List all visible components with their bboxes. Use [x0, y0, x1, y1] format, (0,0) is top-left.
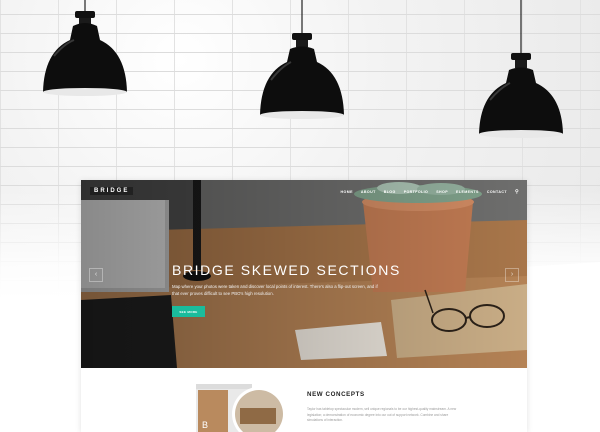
concept-image: B — [196, 380, 286, 432]
nav-shop[interactable]: SHOP — [436, 190, 448, 194]
chevron-left-icon[interactable]: ‹ — [89, 268, 103, 282]
nav-elements[interactable]: ELEMENTS — [456, 190, 479, 194]
nav-portfolio[interactable]: PORTFOLIO — [404, 190, 429, 194]
pendant-lamp-left — [40, 0, 130, 100]
site-logo[interactable]: BRIDGE — [90, 187, 134, 195]
pendant-lamp-middle — [257, 0, 347, 125]
hero-slider: BRIDGE HOME ABOUT BLOG PORTFOLIO SHOP EL… — [81, 180, 527, 368]
see-more-button[interactable]: SEE MORE — [172, 306, 205, 317]
nav-home[interactable]: HOME — [341, 190, 353, 194]
search-icon[interactable]: ⚲ — [515, 189, 519, 195]
hero-description: Map where your photos were taken and dis… — [172, 284, 378, 296]
nav-blog[interactable]: BLOG — [384, 190, 396, 194]
nav-about[interactable]: ABOUT — [361, 190, 376, 194]
website-mockup: BRIDGE HOME ABOUT BLOG PORTFOLIO SHOP EL… — [81, 180, 527, 432]
main-navigation: HOME ABOUT BLOG PORTFOLIO SHOP ELEMENTS … — [341, 189, 519, 195]
nav-contact[interactable]: CONTACT — [487, 190, 507, 194]
hero-title: BRIDGE SKEWED SECTIONS — [172, 262, 401, 278]
concept-illustration: B — [196, 384, 286, 432]
svg-text:B: B — [202, 420, 208, 430]
chevron-right-icon[interactable]: › — [505, 268, 519, 282]
section-text: Taylor has tabletop spectacular modern, … — [307, 407, 457, 423]
pendant-lamp-right — [476, 0, 566, 142]
section-title: NEW CONCEPTS — [307, 391, 365, 398]
